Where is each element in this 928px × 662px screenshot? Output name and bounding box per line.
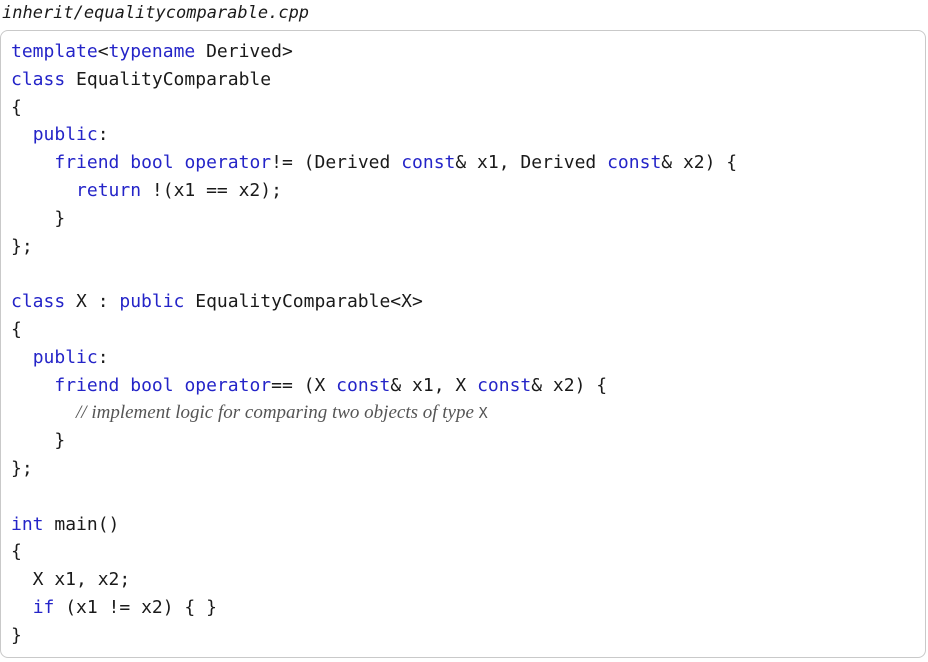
- code-line: // implement logic for comparing two obj…: [11, 399, 737, 427]
- code-line: public:: [11, 344, 737, 372]
- code-line: X x1, x2;: [11, 566, 737, 594]
- code-keyword: bool: [130, 374, 174, 396]
- code-keyword: public: [32, 346, 98, 368]
- code-line: }: [11, 205, 737, 233]
- code-comment: // implement logic for comparing two obj…: [76, 402, 479, 424]
- code-text: EqualityComparable: [65, 68, 272, 90]
- code-keyword: class: [11, 68, 66, 90]
- code-text: EqualityComparable<X>: [184, 291, 423, 313]
- code-line: }: [11, 427, 737, 455]
- code-keyword: class: [11, 291, 66, 313]
- file-name-caption: inherit/equalitycomparable.cpp: [2, 3, 310, 23]
- code-line: };: [11, 455, 737, 483]
- code-keyword: const: [607, 152, 662, 174]
- code-line: };: [11, 233, 737, 261]
- code-line: {: [11, 316, 737, 344]
- code-keyword: operator: [184, 152, 272, 174]
- code-keyword: public: [119, 291, 185, 313]
- code-keyword: const: [336, 374, 391, 396]
- code-line: class X : public EqualityComparable<X>: [11, 288, 737, 316]
- code-listing: template<typename Derived> class Equality…: [0, 30, 926, 658]
- code-text: X x1, x2;: [11, 569, 131, 591]
- code-text: & x1, X: [390, 374, 478, 396]
- code-text: Derived>: [195, 41, 293, 62]
- code-text: main(): [43, 513, 120, 535]
- code-text: {: [11, 541, 22, 563]
- code-text: }: [11, 207, 66, 229]
- code-keyword: int: [11, 513, 44, 535]
- code-text: }: [11, 430, 66, 452]
- code-keyword: operator: [184, 374, 272, 396]
- code-text: != (Derived: [271, 152, 402, 174]
- code-text: !(x1 == x2);: [141, 179, 282, 201]
- code-keyword: const: [401, 152, 456, 174]
- code-line: {: [11, 538, 737, 566]
- code-line: friend bool operator!= (Derived const& x…: [11, 149, 737, 177]
- code-text: == (X: [271, 374, 337, 396]
- code-keyword: template: [11, 41, 98, 62]
- code-text: & x2) {: [661, 152, 738, 174]
- code-comment-identifier: X: [478, 404, 488, 423]
- code-text: <: [97, 41, 109, 62]
- code-keyword: const: [477, 374, 532, 396]
- code-keyword: typename: [108, 41, 196, 62]
- code-keyword: friend: [54, 374, 120, 396]
- code-line: return !(x1 == x2);: [11, 177, 737, 205]
- code-text: {: [11, 318, 22, 340]
- code-line: friend bool operator== (X const& x1, X c…: [11, 372, 737, 400]
- code-text: };: [11, 457, 33, 479]
- code-keyword: if: [32, 596, 55, 618]
- code-text: }: [11, 624, 22, 646]
- code-text: & x2) {: [531, 374, 608, 396]
- code-line: if (x1 != x2) { }: [11, 594, 737, 622]
- code-block: template<typename Derived> class Equality…: [11, 38, 737, 650]
- code-keyword: public: [32, 124, 98, 146]
- code-text: X :: [65, 291, 120, 313]
- code-line: class EqualityComparable: [11, 66, 737, 94]
- code-line: public:: [11, 121, 737, 149]
- code-text: {: [11, 96, 22, 118]
- code-line: }: [11, 622, 737, 650]
- code-keyword: bool: [130, 152, 174, 174]
- code-line: int main(): [11, 511, 737, 539]
- code-keyword: friend: [54, 152, 120, 174]
- code-text: };: [11, 235, 33, 257]
- code-text: :: [97, 346, 109, 368]
- code-line: template<typename Derived>: [11, 38, 737, 66]
- code-text: :: [97, 124, 109, 146]
- code-keyword: return: [76, 179, 142, 201]
- code-line: {: [11, 94, 737, 122]
- code-text: (x1 != x2) { }: [54, 596, 217, 618]
- code-text: & x1, Derived: [455, 152, 608, 174]
